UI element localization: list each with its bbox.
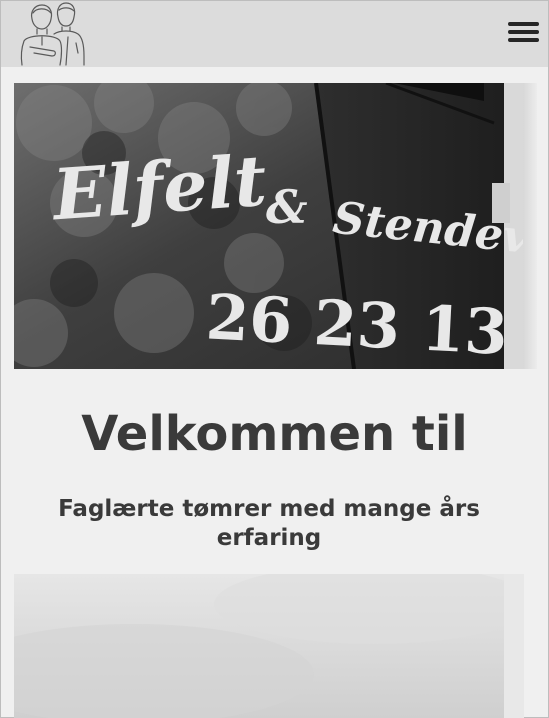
subtitle-heading: Faglærte tømrer med mange års erfaring [58,496,480,551]
svg-text:Elfelt: Elfelt [48,139,269,237]
two-craftsmen-logo-icon [20,2,85,66]
van-photo-graphic: Elfelt & Stendevad 26 23 13 11 [14,83,523,369]
hamburger-menu-button[interactable] [508,22,539,45]
second-photo-image [14,574,524,718]
svg-text:26 23 13 11: 26 23 13 11 [204,280,523,369]
svg-text:&: & [266,180,308,234]
welcome-heading: Velkommen til [81,406,468,462]
site-header [1,1,548,67]
hero-edge-shadow [523,83,537,369]
hamburger-menu-icon-bar [508,38,539,42]
sky-photo-graphic [14,574,524,718]
hero-van-image: Elfelt & Stendevad 26 23 13 11 [14,83,523,369]
hamburger-menu-icon-bar [508,22,539,26]
hamburger-menu-icon-bar [508,30,539,34]
site-logo-link[interactable] [18,1,86,67]
